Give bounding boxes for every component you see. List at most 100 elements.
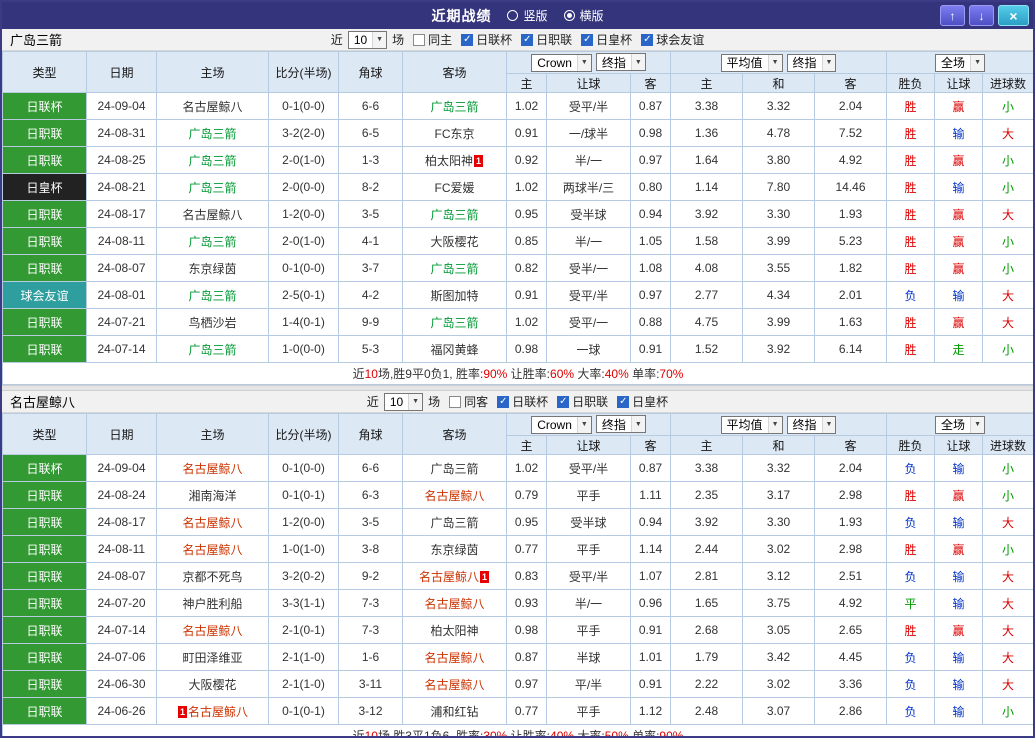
score-cell[interactable]: 1-2(0-0) xyxy=(268,508,339,536)
recent-count-select[interactable]: 10 ▼ xyxy=(383,392,424,411)
odds-source-select[interactable]: Crown ▼ xyxy=(531,53,592,72)
score-cell[interactable]: 3-2(0-2) xyxy=(268,562,339,590)
score-cell[interactable]: 2-1(0-1) xyxy=(268,616,339,644)
avg-away: 4.92 xyxy=(813,589,888,617)
score-cell[interactable]: 3-2(2-0) xyxy=(268,119,339,147)
team-name[interactable]: 广岛三箭 xyxy=(430,462,478,476)
team-name[interactable]: 东京绿茵 xyxy=(188,262,236,276)
team-name[interactable]: 福冈黄蜂 xyxy=(430,343,478,357)
team-name[interactable]: 鸟栖沙岩 xyxy=(188,316,236,330)
team-name[interactable]: 广岛三箭 xyxy=(188,289,236,303)
team-name[interactable]: 名古屋鲸八 xyxy=(182,462,242,476)
score-cell[interactable]: 0-1(0-0) xyxy=(268,254,339,282)
team-name[interactable]: 广岛三箭 xyxy=(430,516,478,530)
col-away: 客场 xyxy=(402,51,507,93)
team-name[interactable]: FC东京 xyxy=(435,127,475,141)
league-filter-checkbox[interactable]: 日联杯 xyxy=(497,393,548,410)
scope-select[interactable]: 全场 ▼ xyxy=(935,53,985,72)
team-name[interactable]: 神户胜利船 xyxy=(182,597,242,611)
score-cell[interactable]: 1-0(1-0) xyxy=(268,535,339,563)
team-name[interactable]: 大阪樱花 xyxy=(430,235,478,249)
team-name[interactable]: 名古屋鲸八 xyxy=(182,208,242,222)
score-cell[interactable]: 2-0(1-0) xyxy=(268,227,339,255)
team-name[interactable]: 名古屋鲸八 xyxy=(182,516,242,530)
match-row: 日职联 24-07-14 广岛三箭 1-0(0-0) 5-3 福冈黄蜂 0.98… xyxy=(2,335,1033,363)
score-cell[interactable]: 2-5(0-1) xyxy=(268,281,339,309)
league-filter-checkbox[interactable]: 日皇杯 xyxy=(617,393,668,410)
score-cell[interactable]: 0-1(0-1) xyxy=(268,481,339,509)
average-select[interactable]: 平均值 ▼ xyxy=(720,53,783,72)
team-name[interactable]: 名古屋鲸八 xyxy=(424,597,484,611)
team-name[interactable]: 东京绿茵 xyxy=(430,543,478,557)
team-name[interactable]: 湘南海洋 xyxy=(188,489,236,503)
scroll-down-button[interactable]: ↓ xyxy=(969,5,994,26)
team-name[interactable]: 大阪樱花 xyxy=(188,678,236,692)
league-filter-checkbox[interactable]: 日职联 xyxy=(557,393,608,410)
avg-home: 1.36 xyxy=(670,119,743,147)
team-name[interactable]: 广岛三箭 xyxy=(188,181,236,195)
odds-away: 0.94 xyxy=(630,200,671,228)
league-filter-checkbox[interactable]: 日联杯 xyxy=(461,31,512,48)
team-name[interactable]: 广岛三箭 xyxy=(188,127,236,141)
team-name[interactable]: 名古屋鲸八 xyxy=(424,678,484,692)
team-name[interactable]: 名古屋鲸八 xyxy=(424,651,484,665)
team-name[interactable]: 名古屋鲸八 xyxy=(182,100,242,114)
odds-source-select[interactable]: Crown ▼ xyxy=(531,415,592,434)
match-row: 日职联 24-08-17 名古屋鲸八 1-2(0-0) 3-5 广岛三箭 0.9… xyxy=(2,200,1033,228)
layout-radio-horizontal[interactable]: 横版 xyxy=(563,7,604,24)
team-name[interactable]: 广岛三箭 xyxy=(430,262,478,276)
team-name[interactable]: 斯图加特 xyxy=(430,289,478,303)
score-cell[interactable]: 2-0(0-0) xyxy=(268,173,339,201)
team-name[interactable]: 广岛三箭 xyxy=(430,316,478,330)
team-name[interactable]: 柏太阳神 xyxy=(430,624,478,638)
team-name[interactable]: 广岛三箭 xyxy=(430,208,478,222)
score-cell[interactable]: 2-1(1-0) xyxy=(268,643,339,671)
corners-cell: 5-3 xyxy=(338,335,403,363)
team-name[interactable]: 名古屋鲸八 xyxy=(424,489,484,503)
score-cell[interactable]: 0-1(0-0) xyxy=(268,92,339,120)
avg-home: 1.65 xyxy=(670,589,743,617)
team-name[interactable]: 名古屋鲸八 xyxy=(182,624,242,638)
score-cell[interactable]: 2-0(1-0) xyxy=(268,146,339,174)
away-team-cell: 广岛三箭 xyxy=(402,254,507,282)
corners-cell: 1-3 xyxy=(338,146,403,174)
same-venue-checkbox[interactable]: 同客 xyxy=(449,393,488,410)
score-cell[interactable]: 1-2(0-0) xyxy=(268,200,339,228)
close-button[interactable]: × xyxy=(998,5,1029,26)
score-cell[interactable]: 2-1(1-0) xyxy=(268,670,339,698)
team-name[interactable]: 京都不死鸟 xyxy=(182,570,242,584)
team-name[interactable]: 浦和红钻 xyxy=(430,705,478,719)
team-name[interactable]: FC爱媛 xyxy=(435,181,475,195)
team-name[interactable]: 名古屋鲸八 xyxy=(182,543,242,557)
average-time-select[interactable]: 终指 ▼ xyxy=(786,53,837,72)
scope-select[interactable]: 全场 ▼ xyxy=(935,415,985,434)
score-cell[interactable]: 3-3(1-1) xyxy=(268,589,339,617)
away-team-cell: 名古屋鲸八 xyxy=(402,643,507,671)
odds-handicap: 半/一 xyxy=(546,227,631,255)
league-filter-checkbox[interactable]: 日职联 xyxy=(521,31,572,48)
score-cell[interactable]: 0-1(0-0) xyxy=(268,454,339,482)
league-type-cell: 日职联 xyxy=(2,200,87,228)
team-name[interactable]: 广岛三箭 xyxy=(188,154,236,168)
league-filter-checkbox-label: 日皇杯 xyxy=(596,33,633,47)
score-cell[interactable]: 1-0(0-0) xyxy=(268,335,339,363)
team-name[interactable]: 柏太阳神 xyxy=(425,154,473,168)
same-venue-checkbox[interactable]: 同主 xyxy=(413,31,452,48)
layout-radio-vertical[interactable]: 竖版 xyxy=(507,7,548,24)
league-filter-checkbox[interactable]: 日皇杯 xyxy=(581,31,632,48)
team-name[interactable]: 名古屋鲸八 xyxy=(188,705,248,719)
team-name[interactable]: 广岛三箭 xyxy=(188,343,236,357)
team-name[interactable]: 町田泽维亚 xyxy=(182,651,242,665)
odds-time-select[interactable]: 终指 ▼ xyxy=(595,415,646,434)
score-cell[interactable]: 0-1(0-1) xyxy=(268,697,339,725)
odds-time-select[interactable]: 终指 ▼ xyxy=(595,53,646,72)
average-time-select[interactable]: 终指 ▼ xyxy=(786,415,837,434)
scroll-up-button[interactable]: ↑ xyxy=(940,5,965,26)
league-filter-checkbox[interactable]: 球会友谊 xyxy=(641,31,704,48)
team-name[interactable]: 名古屋鲸八 xyxy=(419,570,479,584)
score-cell[interactable]: 1-4(0-1) xyxy=(268,308,339,336)
team-name[interactable]: 广岛三箭 xyxy=(430,100,478,114)
recent-count-select[interactable]: 10 ▼ xyxy=(347,30,388,49)
average-select[interactable]: 平均值 ▼ xyxy=(720,415,783,434)
team-name[interactable]: 广岛三箭 xyxy=(188,235,236,249)
